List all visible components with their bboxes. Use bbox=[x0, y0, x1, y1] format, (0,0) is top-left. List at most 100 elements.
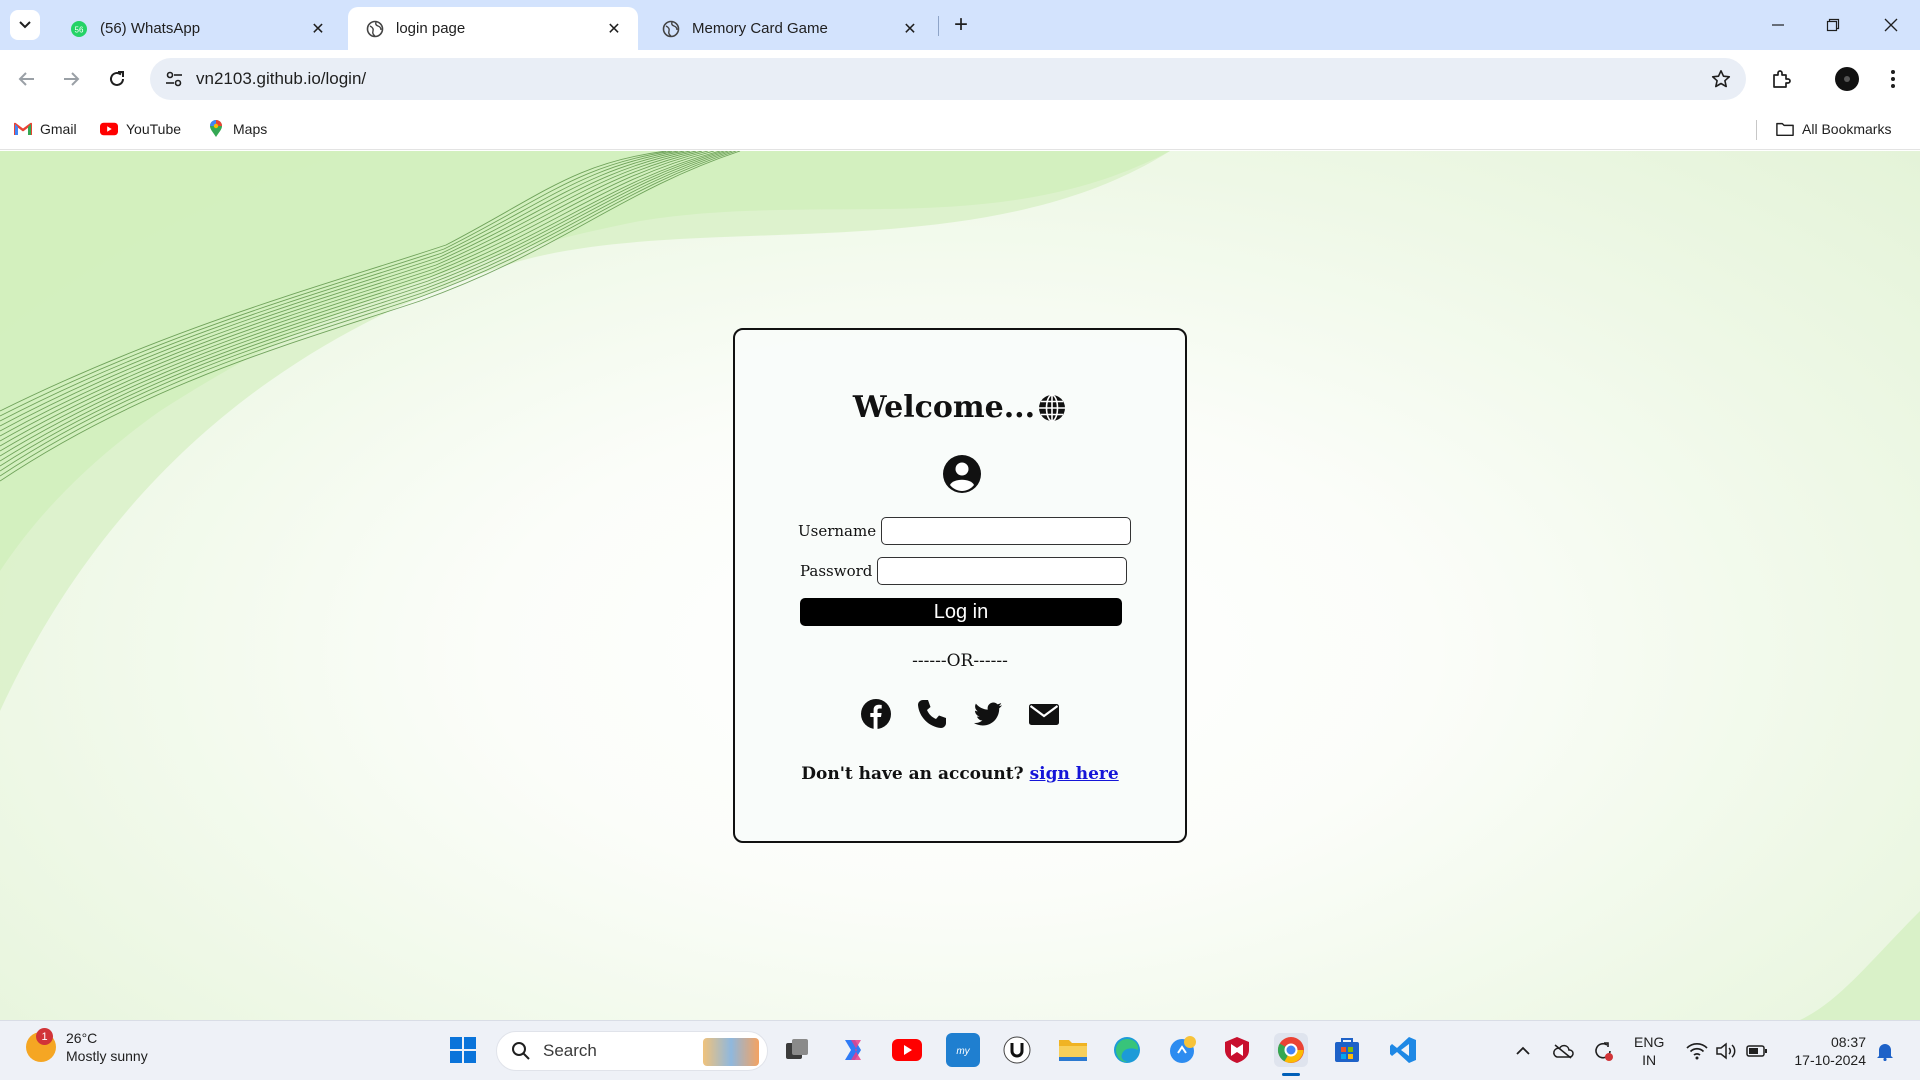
notification-bell-icon[interactable] bbox=[1873, 1039, 1897, 1063]
myhp-button[interactable]: my bbox=[946, 1033, 980, 1067]
signup-link[interactable]: sign here bbox=[1030, 764, 1119, 784]
task-view-button[interactable] bbox=[780, 1033, 814, 1067]
all-bookmarks-button[interactable]: All Bookmarks bbox=[1776, 117, 1891, 141]
sun-icon: 1 bbox=[26, 1028, 56, 1062]
bookmark-label: Gmail bbox=[40, 121, 77, 137]
bookmark-gmail[interactable]: Gmail bbox=[14, 117, 77, 141]
close-icon[interactable]: ✕ bbox=[604, 19, 624, 39]
folder-icon bbox=[1059, 1040, 1087, 1061]
tab-search-button[interactable] bbox=[10, 10, 40, 40]
password-input[interactable] bbox=[877, 557, 1128, 585]
extensions-button[interactable] bbox=[1766, 64, 1796, 94]
minimize-button[interactable] bbox=[1763, 10, 1793, 40]
username-row: Username bbox=[798, 517, 1132, 545]
page-viewport: Welcome... Username Password Log in ----… bbox=[0, 151, 1920, 1020]
site-info-icon[interactable] bbox=[162, 68, 186, 90]
close-icon[interactable]: ✕ bbox=[900, 19, 920, 39]
url-text[interactable]: vn2103.github.io/login/ bbox=[196, 69, 366, 89]
battery-icon[interactable] bbox=[1745, 1039, 1769, 1063]
close-icon[interactable]: ✕ bbox=[308, 19, 328, 39]
login-card: Welcome... Username Password Log in ----… bbox=[733, 328, 1187, 843]
chevron-up-icon bbox=[1516, 1046, 1530, 1055]
social-login-row bbox=[735, 698, 1185, 730]
globe-icon bbox=[1039, 393, 1066, 422]
phone-icon[interactable] bbox=[916, 698, 948, 730]
u-app-button[interactable] bbox=[1000, 1033, 1034, 1067]
address-bar[interactable]: vn2103.github.io/login/ bbox=[150, 58, 1746, 100]
vscode-button[interactable] bbox=[1386, 1033, 1420, 1067]
show-hidden-icons-button[interactable] bbox=[1511, 1039, 1535, 1063]
password-label: Password bbox=[800, 562, 873, 580]
tab-login-page[interactable]: login page ✕ bbox=[348, 7, 638, 50]
chrome-icon bbox=[1277, 1037, 1304, 1063]
start-button[interactable] bbox=[446, 1033, 480, 1067]
mcafee-button[interactable] bbox=[1220, 1033, 1254, 1067]
bookmark-label: Maps bbox=[233, 121, 268, 137]
facebook-icon[interactable] bbox=[860, 698, 892, 730]
all-bookmarks-label: All Bookmarks bbox=[1802, 121, 1892, 137]
bookmarks-bar: Gmail YouTube Maps All Bookmarks bbox=[0, 108, 1920, 150]
chrome-button[interactable] bbox=[1274, 1033, 1308, 1067]
menu-button[interactable] bbox=[1878, 64, 1908, 94]
bookmark-star-icon[interactable] bbox=[1710, 68, 1732, 90]
folder-icon bbox=[1776, 120, 1794, 138]
tab-title: login page bbox=[396, 20, 466, 37]
u-app-icon bbox=[1003, 1036, 1031, 1064]
copilot-button[interactable] bbox=[836, 1033, 870, 1067]
volume-icon[interactable] bbox=[1714, 1039, 1738, 1063]
windows-logo-icon bbox=[450, 1037, 476, 1063]
file-explorer-button[interactable] bbox=[1056, 1033, 1090, 1067]
tips-app-button[interactable] bbox=[1166, 1033, 1200, 1067]
reload-button[interactable] bbox=[102, 64, 132, 94]
search-highlight-image bbox=[703, 1038, 759, 1066]
or-divider: ------OR------ bbox=[912, 651, 1008, 671]
youtube-icon bbox=[892, 1039, 922, 1061]
task-view-icon bbox=[786, 1039, 808, 1059]
clock[interactable]: 08:37 17-10-2024 bbox=[1786, 1033, 1866, 1069]
weather-temp: 26°C bbox=[66, 1030, 98, 1046]
globe-icon bbox=[366, 20, 384, 38]
restore-button[interactable] bbox=[1818, 10, 1848, 40]
youtube-icon bbox=[100, 120, 118, 138]
bookmark-label: YouTube bbox=[126, 121, 182, 137]
language-code: ENG bbox=[1634, 1034, 1665, 1050]
close-icon bbox=[1884, 18, 1898, 32]
envelope-icon[interactable] bbox=[1028, 698, 1060, 730]
youtube-taskbar-button[interactable] bbox=[890, 1033, 924, 1067]
arrow-left-icon bbox=[18, 72, 34, 86]
back-button[interactable] bbox=[12, 64, 42, 94]
username-label: Username bbox=[798, 522, 877, 540]
region-code: IN bbox=[1642, 1052, 1657, 1068]
tab-title: (56) WhatsApp bbox=[100, 20, 201, 37]
browser-tab-strip: 56 (56) WhatsApp ✕ login page ✕ Memory C… bbox=[0, 0, 1920, 50]
tab-whatsapp[interactable]: 56 (56) WhatsApp ✕ bbox=[52, 7, 342, 50]
chevron-down-icon bbox=[19, 21, 31, 29]
close-window-button[interactable] bbox=[1876, 10, 1906, 40]
edge-button[interactable] bbox=[1110, 1033, 1144, 1067]
arrow-right-icon bbox=[64, 72, 80, 86]
search-label: Search bbox=[543, 1041, 597, 1060]
new-tab-button[interactable]: + bbox=[948, 11, 974, 38]
search-icon bbox=[512, 1042, 530, 1060]
profile-button[interactable] bbox=[1832, 64, 1862, 94]
taskbar-search[interactable]: Search bbox=[496, 1031, 768, 1071]
gmail-icon bbox=[14, 120, 32, 138]
weather-desc: Mostly sunny bbox=[66, 1048, 148, 1064]
sync-icon[interactable] bbox=[1591, 1039, 1615, 1063]
language-indicator[interactable]: ENG IN bbox=[1634, 1033, 1664, 1069]
maps-icon bbox=[207, 120, 225, 138]
tab-memory-card-game[interactable]: Memory Card Game ✕ bbox=[644, 7, 934, 50]
wifi-icon[interactable] bbox=[1685, 1039, 1709, 1063]
weather-widget[interactable]: 1 26°C Mostly sunny bbox=[26, 1028, 148, 1065]
login-button[interactable]: Log in bbox=[800, 598, 1122, 626]
bookmark-youtube[interactable]: YouTube bbox=[100, 117, 181, 141]
forward-button[interactable] bbox=[56, 64, 86, 94]
onedrive-icon[interactable] bbox=[1551, 1039, 1575, 1063]
copilot-icon bbox=[845, 1040, 861, 1060]
globe-icon bbox=[662, 20, 680, 38]
username-input[interactable] bbox=[881, 517, 1132, 545]
twitter-icon[interactable] bbox=[972, 698, 1004, 730]
store-button[interactable] bbox=[1330, 1033, 1364, 1067]
bookmark-maps[interactable]: Maps bbox=[207, 117, 267, 141]
puzzle-icon bbox=[1773, 70, 1791, 88]
